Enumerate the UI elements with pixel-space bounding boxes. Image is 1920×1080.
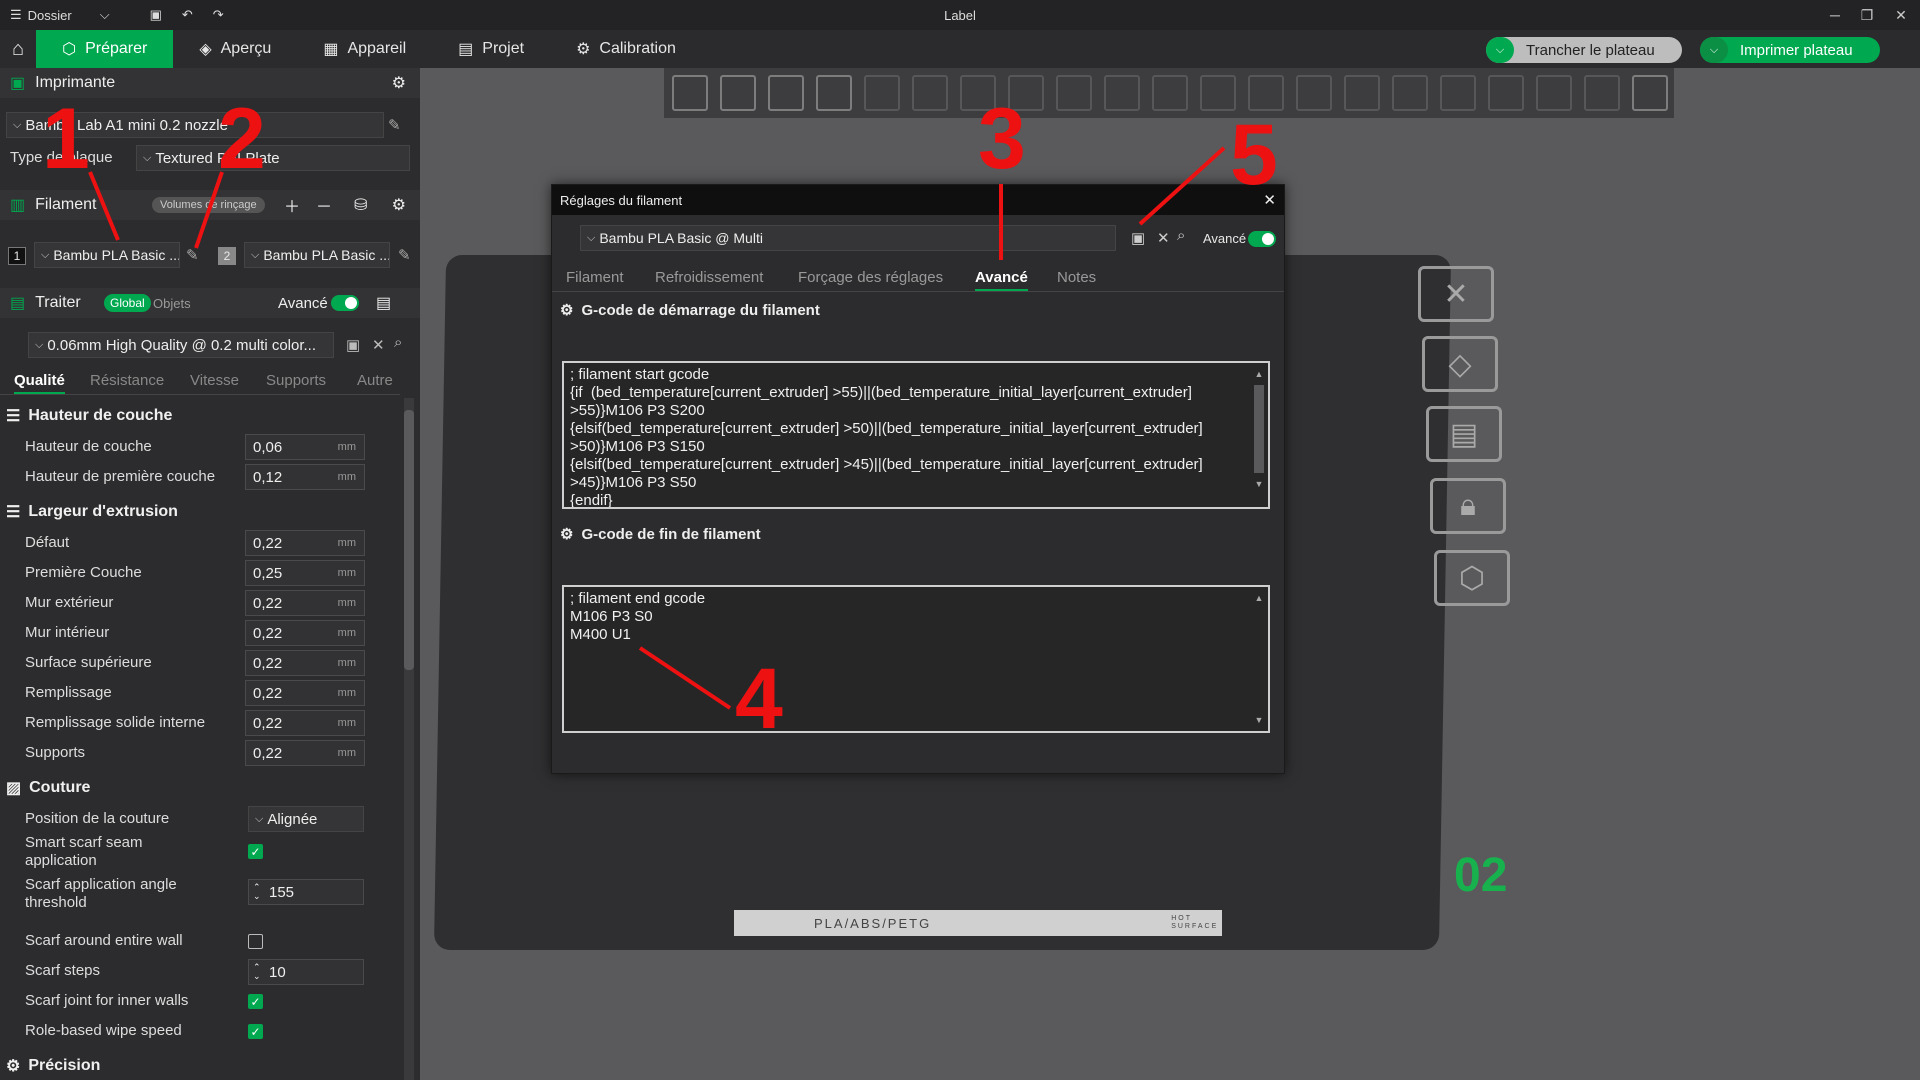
annotation-arrow-5 bbox=[1138, 146, 1226, 226]
annotation-5: 5 bbox=[1230, 107, 1278, 203]
annotation-arrows bbox=[88, 146, 1226, 710]
annotation-arrow-4 bbox=[638, 646, 732, 710]
annotation-2: 2 bbox=[218, 91, 266, 187]
annotation-4: 4 bbox=[735, 651, 783, 747]
annotation-1: 1 bbox=[42, 91, 90, 187]
annotation-arrow-1 bbox=[88, 171, 120, 241]
annotation-3: 3 bbox=[978, 91, 1026, 187]
